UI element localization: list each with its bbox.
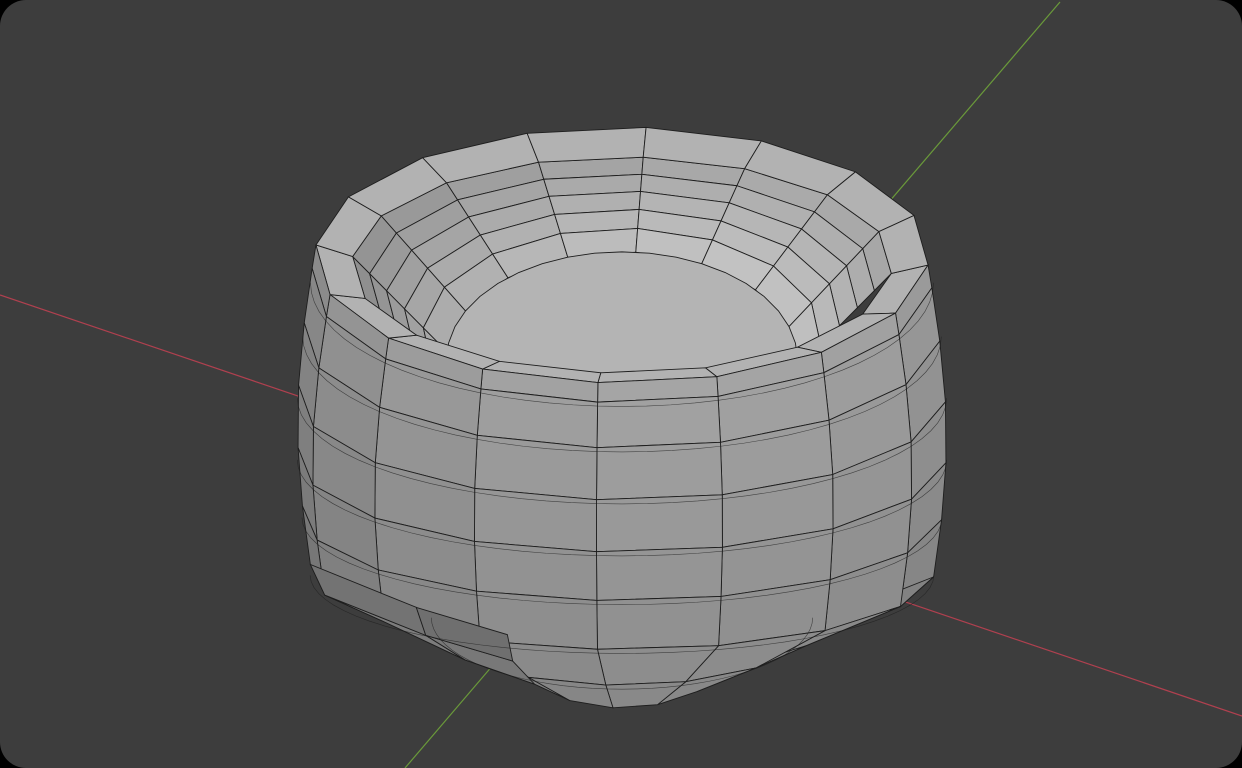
bowl-outer-face [474,487,597,553]
bowl-outer-face [474,540,598,601]
bowl-mesh[interactable] [296,126,948,709]
viewport-scene[interactable] [0,0,1242,768]
bowl-outer-face [596,395,721,449]
bowl-rim-face [526,126,647,163]
3d-viewport[interactable] [0,0,1242,768]
